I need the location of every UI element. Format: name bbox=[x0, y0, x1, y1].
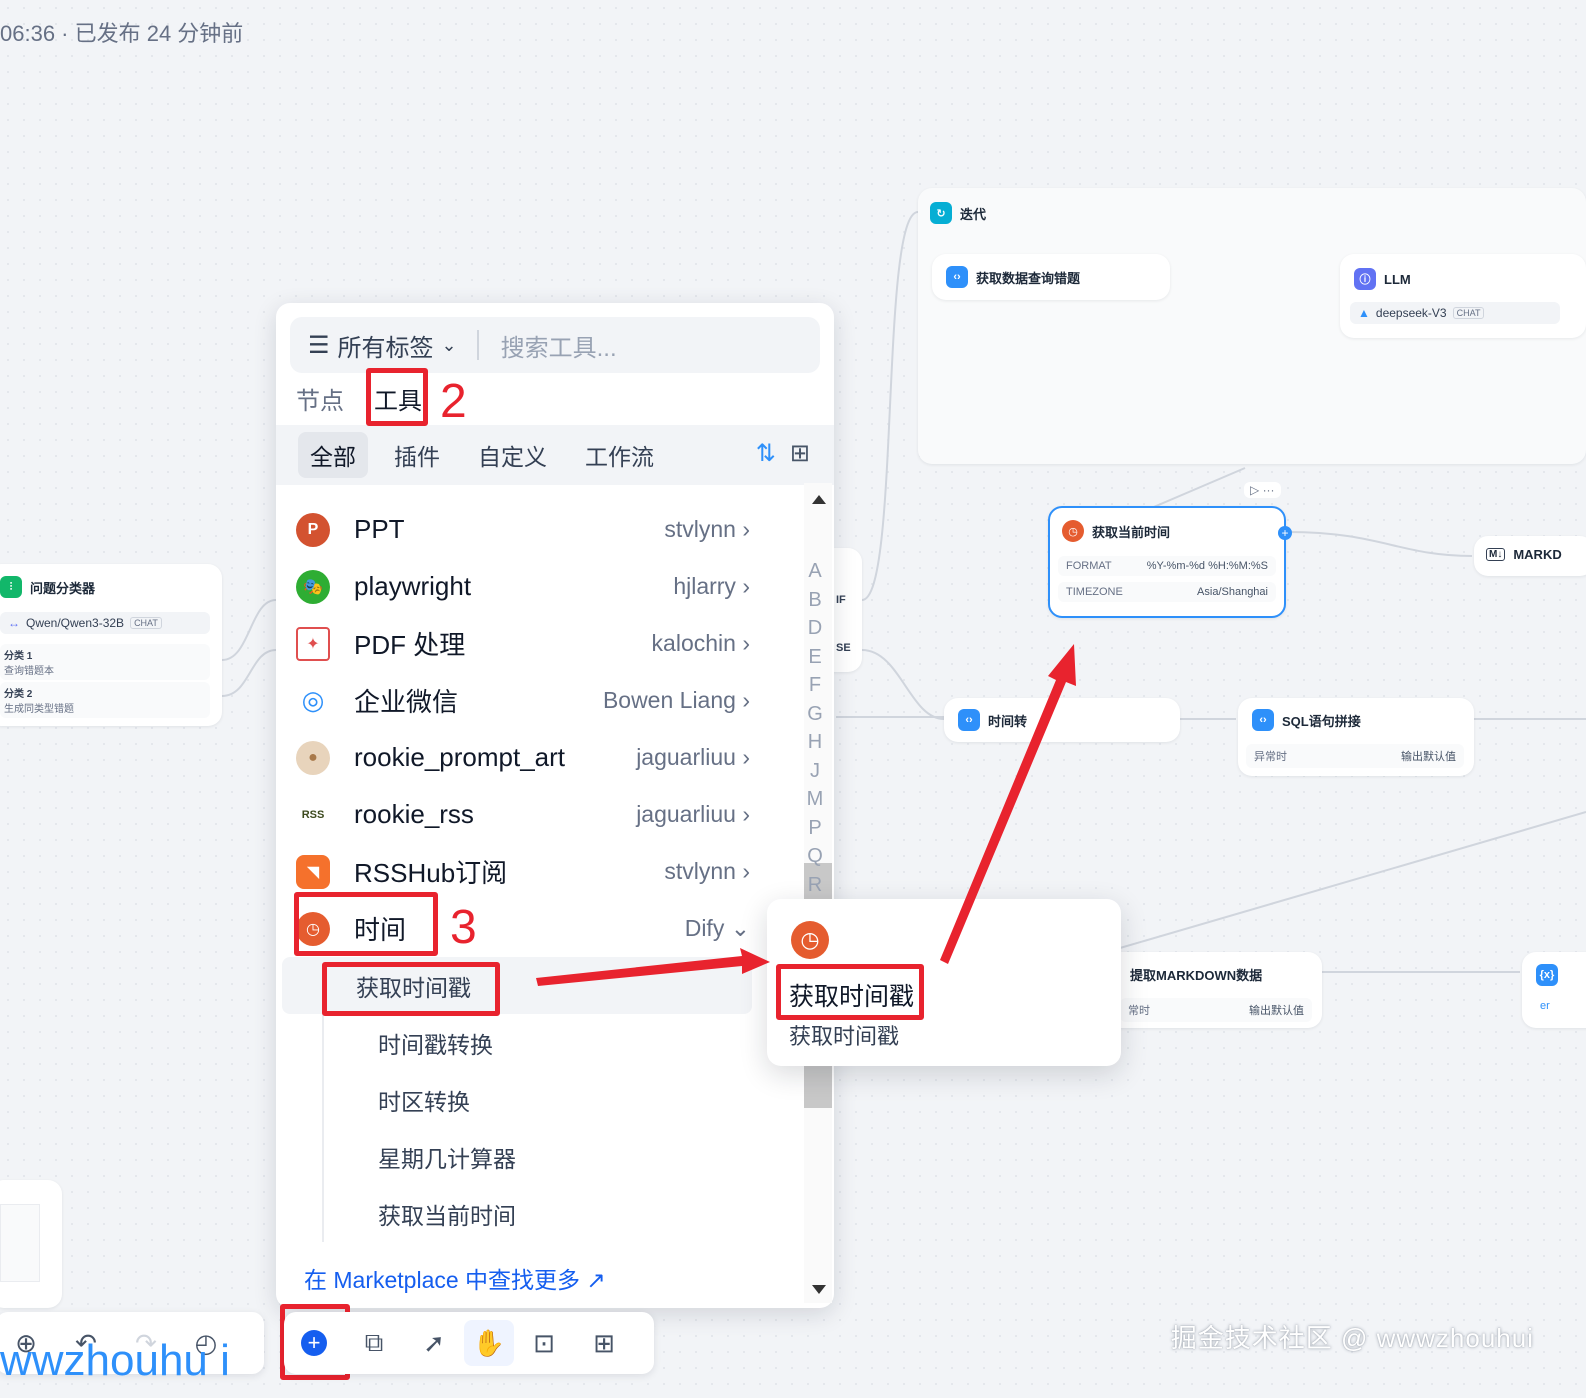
watermark-overlay: wwzhouhu i bbox=[0, 1336, 230, 1385]
plus-icon: + bbox=[301, 1330, 327, 1356]
add-node-button[interactable]: + bbox=[284, 1312, 344, 1374]
add-note-icon[interactable]: ⧉ bbox=[344, 1312, 404, 1374]
pointer-icon[interactable]: ➚ bbox=[404, 1312, 464, 1374]
export-image-icon[interactable]: ⊡ bbox=[514, 1312, 574, 1374]
hand-icon[interactable]: ✋ bbox=[464, 1320, 514, 1366]
watermark: 掘金技术社区 @ wwwzhouhui bbox=[1170, 1323, 1534, 1353]
organize-icon[interactable]: ⊞ bbox=[574, 1312, 634, 1374]
annotation-arrows bbox=[536, 644, 1076, 986]
canvas-toolbar: + ⧉ ➚ ✋ ⊡ ⊞ bbox=[284, 1312, 654, 1374]
